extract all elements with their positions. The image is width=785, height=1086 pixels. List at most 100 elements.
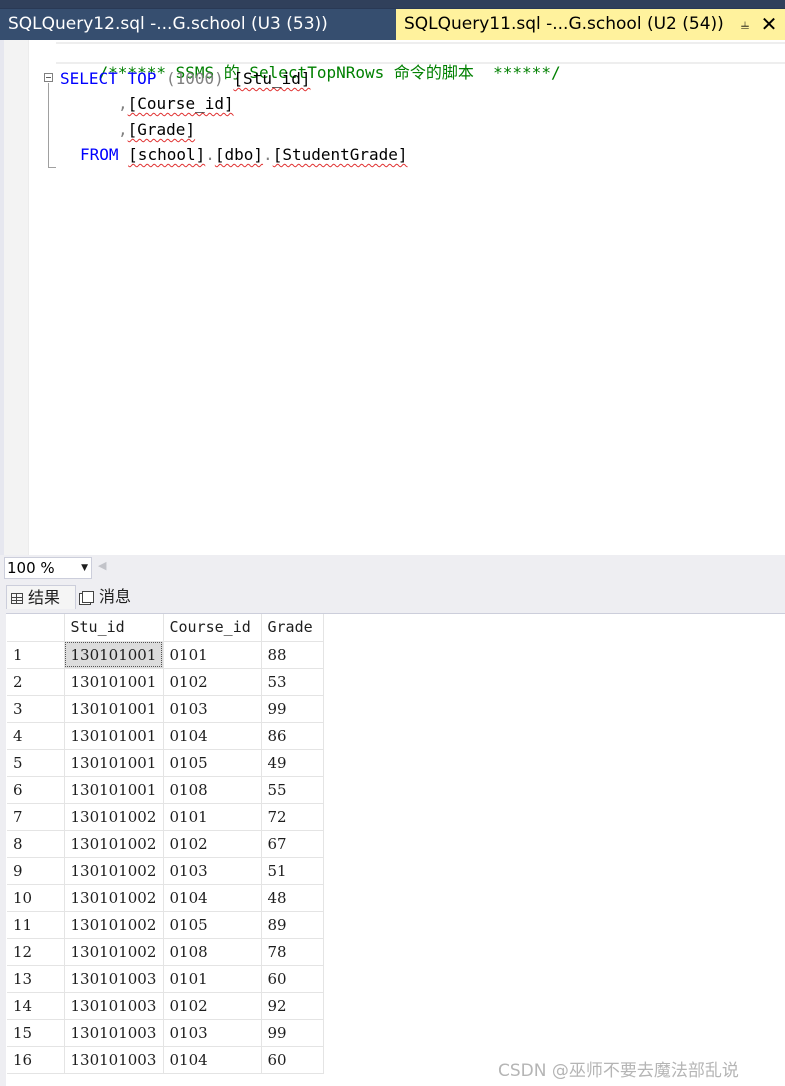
row-number[interactable]: 13 <box>7 965 65 993</box>
table-cell[interactable]: 130101002 <box>64 830 164 858</box>
comma: , <box>118 94 128 113</box>
table-cell[interactable]: 0102 <box>163 992 262 1020</box>
row-number[interactable]: 5 <box>7 749 65 777</box>
tab-messages-label: 消息 <box>99 587 132 606</box>
row-number[interactable]: 16 <box>7 1046 65 1074</box>
collapse-icon[interactable] <box>44 73 53 82</box>
table-row: 5 130101001 0105 49 <box>7 749 324 777</box>
table-row: 12 130101002 0108 78 <box>7 938 324 966</box>
table-cell[interactable]: 130101002 <box>64 911 164 939</box>
table-cell[interactable]: 0104 <box>163 1046 262 1074</box>
table-cell[interactable]: 86 <box>261 722 324 750</box>
row-number[interactable]: 12 <box>7 938 65 966</box>
editor-gutter <box>4 40 28 555</box>
close-icon[interactable]: ✕ <box>758 9 780 40</box>
table-cell[interactable]: 78 <box>261 938 324 966</box>
scroll-left-icon[interactable]: ◀ <box>98 559 106 572</box>
table-cell[interactable]: 53 <box>261 668 324 696</box>
comma: , <box>118 120 128 139</box>
table-cell[interactable]: 0104 <box>163 722 262 750</box>
row-number[interactable]: 3 <box>7 695 65 723</box>
grid-icon <box>11 593 23 604</box>
table-cell[interactable]: 0103 <box>163 857 262 885</box>
table-cell[interactable]: 130101001 <box>64 722 164 750</box>
table-cell[interactable]: 130101003 <box>64 992 164 1020</box>
grid-left-margin <box>0 613 6 1086</box>
table-cell[interactable]: 99 <box>261 695 324 723</box>
table-cell[interactable]: 48 <box>261 884 324 912</box>
column-header[interactable]: Grade <box>261 614 324 642</box>
table-cell[interactable]: 67 <box>261 830 324 858</box>
tab-results-label: 结果 <box>28 588 61 607</box>
table-cell[interactable]: 60 <box>261 1046 324 1074</box>
tab-bar-top-strip <box>0 0 785 8</box>
row-number[interactable]: 2 <box>7 668 65 696</box>
table-cell[interactable]: 130101002 <box>64 803 164 831</box>
code-line-select: SELECT TOP (1000) [Stu_id] <box>60 69 310 89</box>
row-number[interactable]: 4 <box>7 722 65 750</box>
table-cell[interactable]: 55 <box>261 776 324 804</box>
row-number[interactable]: 7 <box>7 803 65 831</box>
row-number[interactable]: 9 <box>7 857 65 885</box>
table-cell[interactable]: 0104 <box>163 884 262 912</box>
database-name: [school] <box>128 145 206 164</box>
table-cell[interactable]: 130101003 <box>64 965 164 993</box>
table-cell[interactable]: 0101 <box>163 803 262 831</box>
table-cell[interactable]: 130101001 <box>64 641 164 669</box>
table-cell[interactable]: 89 <box>261 911 324 939</box>
table-cell[interactable]: 0103 <box>163 695 262 723</box>
table-row: 11 130101002 0105 89 <box>7 911 324 939</box>
zoom-bar: 100 % ▼ ◀ <box>0 555 785 581</box>
tab-sqlquery11[interactable]: SQLQuery11.sql -...G.school (U2 (54)) ⫨ … <box>396 9 785 40</box>
table-cell[interactable]: 0102 <box>163 668 262 696</box>
table-cell[interactable]: 130101001 <box>64 695 164 723</box>
column-header[interactable]: Stu_id <box>64 614 164 642</box>
table-cell[interactable]: 130101003 <box>64 1046 164 1074</box>
table-cell[interactable]: 0101 <box>163 641 262 669</box>
tab-results[interactable]: 结果 <box>6 585 76 609</box>
zoom-dropdown[interactable]: 100 % ▼ <box>4 557 92 579</box>
pin-icon[interactable]: ⫨ <box>736 9 754 40</box>
dot: . <box>263 145 273 164</box>
table-cell[interactable]: 130101002 <box>64 938 164 966</box>
row-number-header[interactable] <box>7 614 65 642</box>
row-number[interactable]: 15 <box>7 1019 65 1047</box>
table-cell[interactable]: 0108 <box>163 776 262 804</box>
row-number[interactable]: 14 <box>7 992 65 1020</box>
table-cell[interactable]: 0103 <box>163 1019 262 1047</box>
table-cell[interactable]: 99 <box>261 1019 324 1047</box>
table-cell[interactable]: 130101003 <box>64 1019 164 1047</box>
table-cell[interactable]: 130101001 <box>64 668 164 696</box>
header-row: Stu_id Course_id Grade <box>7 614 324 642</box>
table-cell[interactable]: 92 <box>261 992 324 1020</box>
row-number[interactable]: 11 <box>7 911 65 939</box>
tab-messages[interactable]: 消息 <box>78 585 142 609</box>
table-cell[interactable]: 0105 <box>163 911 262 939</box>
column-stu-id: [Stu_id] <box>233 69 311 88</box>
table-cell[interactable]: 0105 <box>163 749 262 777</box>
select-keyword: SELECT <box>60 69 118 88</box>
table-cell[interactable]: 49 <box>261 749 324 777</box>
table-cell[interactable]: 88 <box>261 641 324 669</box>
dot: . <box>205 145 215 164</box>
row-number[interactable]: 1 <box>7 641 65 669</box>
table-cell[interactable]: 130101001 <box>64 749 164 777</box>
fold-guide-line <box>48 83 49 168</box>
row-number[interactable]: 10 <box>7 884 65 912</box>
table-cell[interactable]: 72 <box>261 803 324 831</box>
table-cell[interactable]: 0102 <box>163 830 262 858</box>
tab-sqlquery12[interactable]: SQLQuery12.sql -...G.school (U3 (53)) <box>0 9 396 40</box>
table-cell[interactable]: 0101 <box>163 965 262 993</box>
table-cell[interactable]: 60 <box>261 965 324 993</box>
top-value: (1000) <box>165 69 224 88</box>
table-cell[interactable]: 130101002 <box>64 884 164 912</box>
row-number[interactable]: 8 <box>7 830 65 858</box>
table-cell[interactable]: 0108 <box>163 938 262 966</box>
row-number[interactable]: 6 <box>7 776 65 804</box>
table-cell[interactable]: 51 <box>261 857 324 885</box>
column-header[interactable]: Course_id <box>163 614 262 642</box>
table-row: 15 130101003 0103 99 <box>7 1019 324 1047</box>
query-editor[interactable]: /****** SSMS 的 SelectTopNRows 命令的脚本 ****… <box>0 40 785 555</box>
table-cell[interactable]: 130101001 <box>64 776 164 804</box>
table-cell[interactable]: 130101002 <box>64 857 164 885</box>
